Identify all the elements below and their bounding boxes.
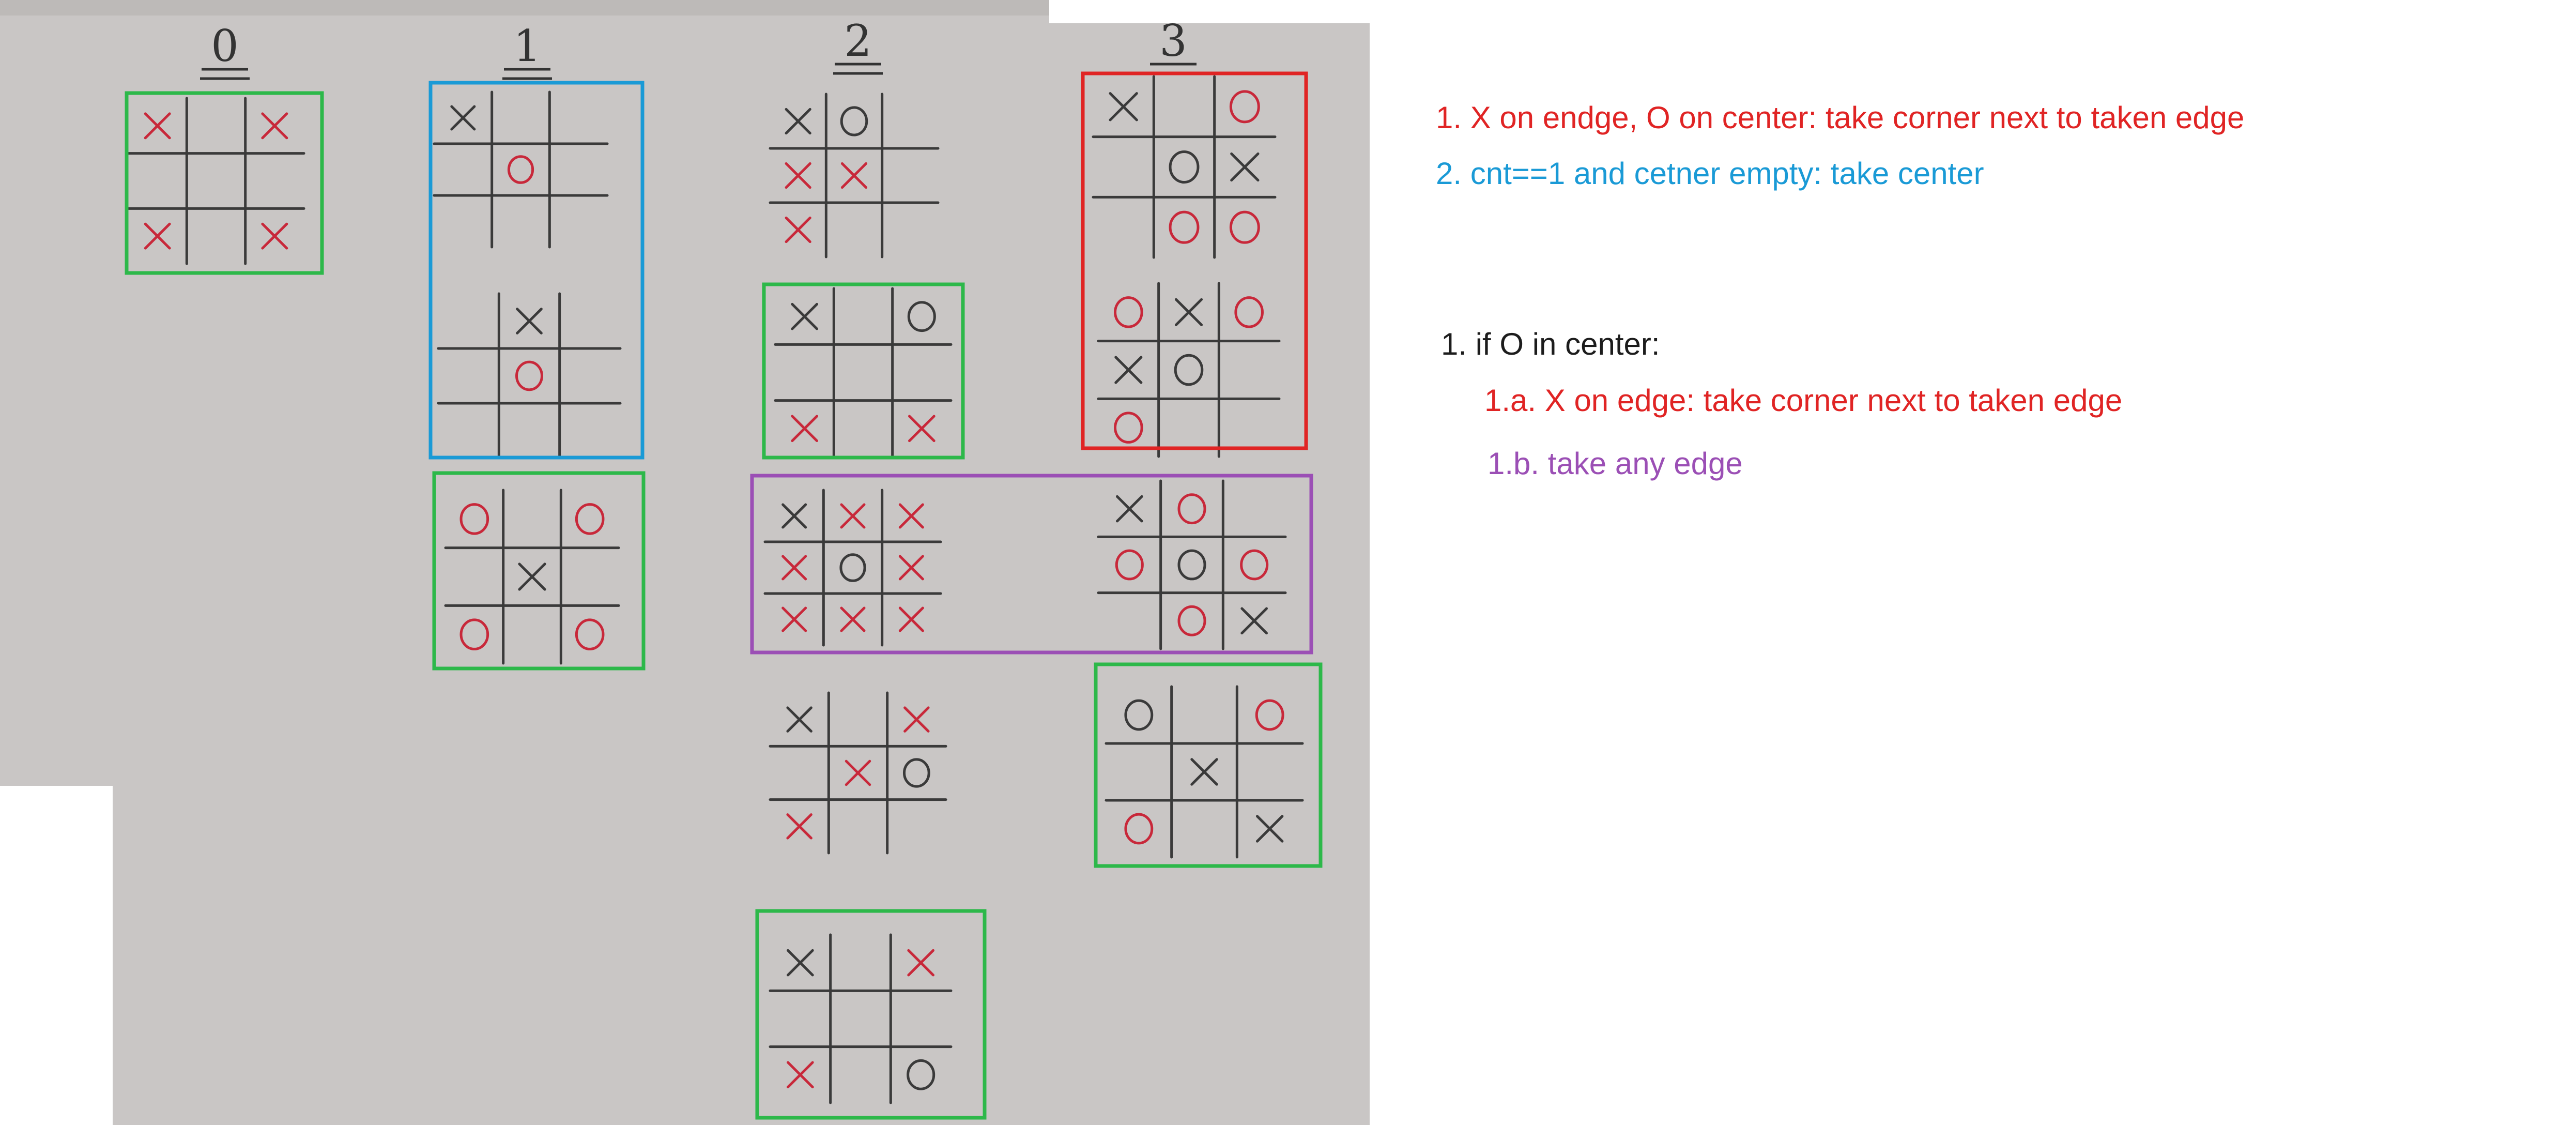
whiteboard-canvas: 0 1 2 3 <box>0 0 2576 1125</box>
column-header-2: 2 <box>844 16 871 66</box>
rule-2: 2. cnt==1 and cetner empty: take center <box>1436 156 1984 191</box>
rule-1: 1. X on endge, O on center: take corner … <box>1436 100 2245 135</box>
rule-if-center: 1. if O in center: <box>1441 327 1660 361</box>
column-header-0: 0 <box>211 21 238 71</box>
rule-1a: 1.a. X on edge: take corner next to take… <box>1484 383 2123 418</box>
column-header-3: 3 <box>1159 16 1187 66</box>
column-header-1: 1 <box>513 21 541 71</box>
paper-sheet <box>0 16 1370 1125</box>
rule-1b: 1.b. take any edge <box>1488 446 1743 481</box>
